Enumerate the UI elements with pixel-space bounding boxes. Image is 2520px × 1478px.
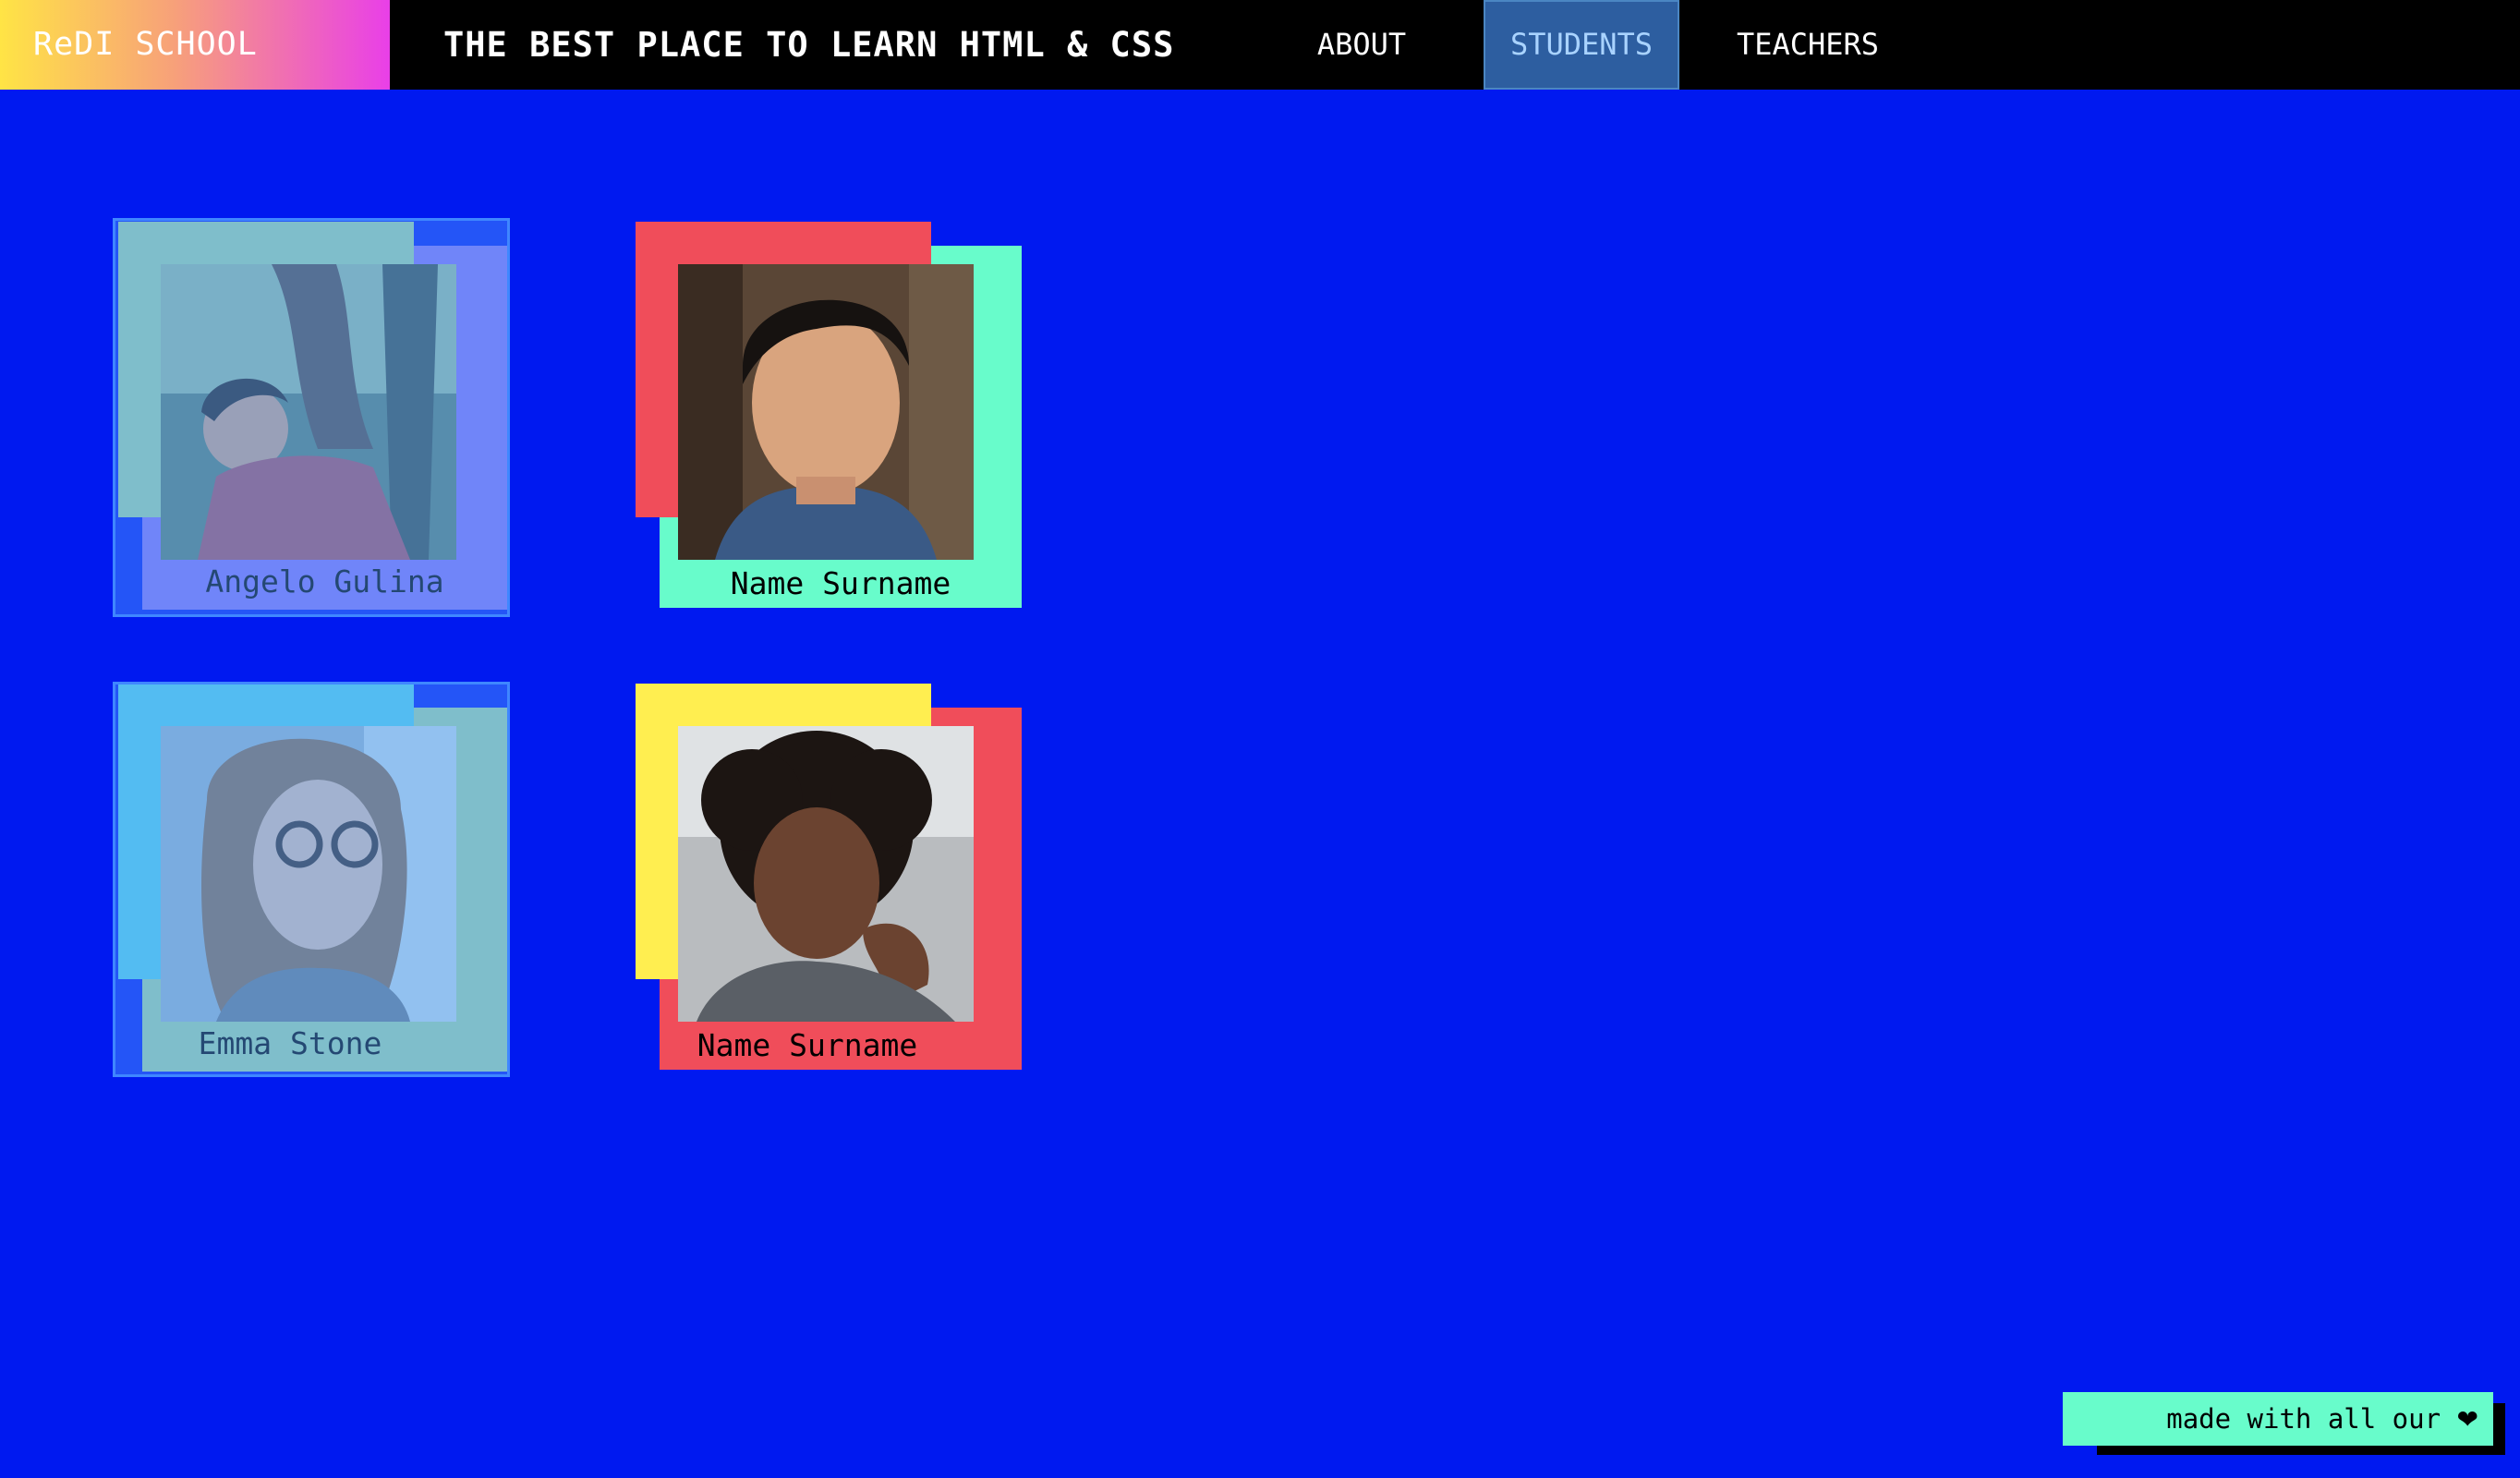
footer-badge: made with all our ❤ <box>2063 1392 2493 1446</box>
student-card[interactable]: Emma Stone <box>113 682 510 1077</box>
student-name: Name Surname <box>730 565 951 601</box>
student-photo <box>161 726 456 1022</box>
student-photo <box>678 264 974 560</box>
student-name: Name Surname <box>697 1027 918 1063</box>
nav-teachers[interactable]: TEACHERS <box>1722 0 1894 90</box>
student-card[interactable]: Name Surname <box>636 684 1022 1070</box>
student-name: Emma Stone <box>198 1025 382 1061</box>
logo[interactable]: ReDI SCHOOL <box>0 0 390 90</box>
student-photo <box>161 264 456 560</box>
nav-about[interactable]: ABOUT <box>1293 0 1430 90</box>
nav-students[interactable]: STUDENTS <box>1484 0 1679 90</box>
heart-icon: ❤ <box>2456 1404 2478 1435</box>
student-card[interactable]: Name Surname <box>636 222 1022 608</box>
page-tagline: THE BEST PLACE TO LEARN HTML & CSS <box>443 25 1175 65</box>
student-card[interactable]: Angelo Gulina <box>113 218 510 617</box>
logo-text: ReDI SCHOOL <box>33 26 258 63</box>
student-photo <box>678 726 974 1022</box>
top-navbar: ReDI SCHOOL THE BEST PLACE TO LEARN HTML… <box>0 0 2520 90</box>
student-name: Angelo Gulina <box>205 563 444 600</box>
footer-text: made with all our <box>2166 1403 2441 1435</box>
